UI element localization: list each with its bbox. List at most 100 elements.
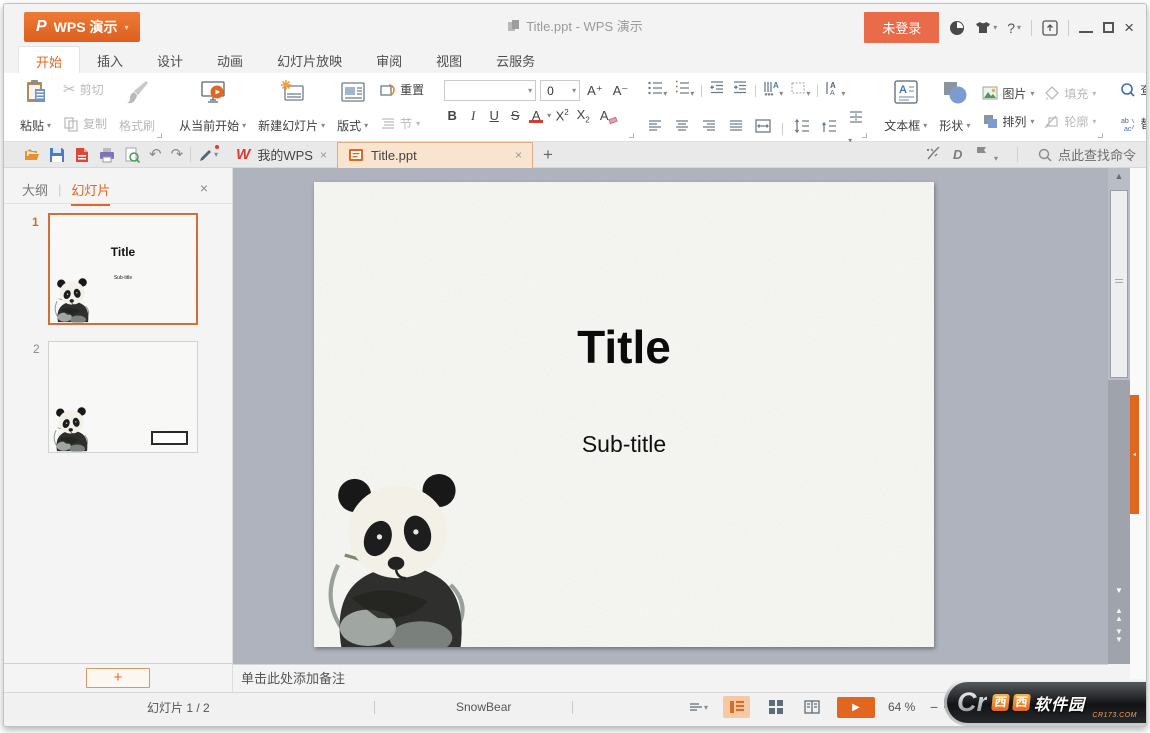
- print-preview-button[interactable]: [124, 147, 140, 163]
- close-button[interactable]: ×: [1124, 18, 1134, 38]
- slides-tab[interactable]: 幻灯片: [71, 180, 110, 206]
- increase-indent-button[interactable]: [732, 80, 748, 101]
- add-slide-button[interactable]: +: [86, 668, 150, 688]
- collapse-ribbon-icon[interactable]: [1042, 20, 1058, 36]
- docer-icon[interactable]: D: [953, 147, 962, 162]
- fill-button[interactable]: 填充▾: [1040, 79, 1100, 107]
- close-panel-button[interactable]: ×: [200, 180, 208, 196]
- align-left-button[interactable]: [647, 118, 663, 139]
- assistant-wand-icon[interactable]: [925, 145, 941, 164]
- paragraph-spacing-increase-button[interactable]: [821, 118, 837, 139]
- export-pdf-button[interactable]: [74, 147, 90, 163]
- font-size-select[interactable]: 0 ▾: [540, 80, 580, 101]
- bold-button[interactable]: B: [442, 107, 462, 124]
- maximize-button[interactable]: [1103, 22, 1114, 33]
- task-pane-pull-tab[interactable]: ◂: [1130, 395, 1139, 514]
- decrease-indent-button[interactable]: [709, 80, 725, 101]
- shapes-button[interactable]: 形状▾: [933, 76, 976, 138]
- decrease-font-button[interactable]: A⁻: [610, 82, 632, 100]
- chevron-down-icon[interactable]: ▾: [547, 111, 551, 120]
- textbox-button[interactable]: A 文本框▾: [878, 76, 933, 138]
- align-right-button[interactable]: [701, 118, 717, 139]
- close-tab-icon[interactable]: ×: [515, 148, 522, 162]
- slide-thumbnail-2[interactable]: 2: [48, 341, 198, 453]
- superscript-button[interactable]: X2: [552, 107, 572, 124]
- font-dialog-launcher[interactable]: [629, 133, 634, 138]
- arrange-button[interactable]: 排列▾: [978, 107, 1038, 135]
- font-family-select[interactable]: ▾: [444, 80, 536, 101]
- doc-tab-my-wps[interactable]: W 我的WPS ×: [226, 142, 337, 168]
- tab-view[interactable]: 视图: [419, 46, 479, 73]
- reading-view-button[interactable]: [798, 696, 825, 718]
- character-spacing-button[interactable]: AA▾: [825, 80, 845, 101]
- login-button[interactable]: 未登录: [864, 12, 939, 43]
- previous-slide-button[interactable]: ▲▲: [1108, 607, 1130, 623]
- section-button[interactable]: 节 ▾: [376, 113, 428, 134]
- minimize-button[interactable]: [1079, 23, 1093, 33]
- zoom-level[interactable]: 64 %: [888, 693, 915, 721]
- tab-review[interactable]: 审阅: [359, 46, 419, 73]
- picture-button[interactable]: 图片▾: [978, 79, 1038, 107]
- paste-button[interactable]: 粘贴▾: [14, 76, 57, 138]
- paragraph-dialog-launcher[interactable]: [862, 133, 867, 138]
- save-button[interactable]: [49, 147, 65, 163]
- reset-button[interactable]: 重置: [376, 79, 428, 100]
- distribute-button[interactable]: [755, 118, 771, 139]
- share-flag-icon[interactable]: ▾: [974, 145, 998, 164]
- line-spacing-button[interactable]: [794, 118, 810, 139]
- strikethrough-button[interactable]: S: [505, 107, 525, 124]
- ink-annotation-button[interactable]: ▾: [198, 147, 218, 163]
- clipboard-dialog-launcher[interactable]: [157, 133, 162, 138]
- tab-insert[interactable]: 插入: [80, 46, 140, 73]
- outline-tab[interactable]: 大纲: [22, 180, 48, 199]
- help-icon[interactable]: ? ▾: [1007, 20, 1021, 36]
- subscript-button[interactable]: X2: [573, 106, 593, 126]
- bullets-button[interactable]: ▾: [647, 80, 667, 101]
- slide-thumbnail-1[interactable]: 1 Title Sub-title: [48, 213, 198, 325]
- layout-button[interactable]: 版式▾: [331, 76, 374, 138]
- outline-button[interactable]: 轮廓▾: [1040, 107, 1100, 135]
- zoom-out-button[interactable]: −: [930, 693, 938, 721]
- scroll-down-arrow[interactable]: ▼: [1108, 587, 1130, 595]
- normal-view-button[interactable]: [723, 696, 750, 718]
- find-button[interactable]: 查找: [1116, 79, 1147, 100]
- close-tab-icon[interactable]: ×: [320, 148, 327, 162]
- open-file-button[interactable]: [24, 147, 40, 163]
- theme-name[interactable]: SnowBear: [456, 693, 511, 721]
- replace-button[interactable]: abac 替换: [1116, 113, 1147, 134]
- copy-button[interactable]: 复制: [59, 113, 111, 134]
- align-center-button[interactable]: [674, 118, 690, 139]
- notes-toggle-button[interactable]: ▾: [688, 693, 708, 721]
- font-color-button[interactable]: A: [526, 107, 546, 124]
- slide-canvas[interactable]: Title Sub-title: [233, 168, 1108, 664]
- next-slide-button[interactable]: ▼▼: [1108, 628, 1130, 644]
- tab-cloud[interactable]: 云服务: [479, 46, 552, 73]
- doc-tab-title-ppt[interactable]: Title.ppt ×: [337, 142, 533, 168]
- text-direction-button[interactable]: A▾: [763, 80, 783, 101]
- print-button[interactable]: [99, 147, 115, 163]
- undo-button[interactable]: ↶: [149, 147, 162, 162]
- insert-dialog-launcher[interactable]: [1098, 133, 1103, 138]
- cut-button[interactable]: ✂ 剪切: [59, 79, 111, 100]
- justify-button[interactable]: [728, 118, 744, 139]
- tab-home[interactable]: 开始: [18, 46, 80, 73]
- clear-format-button[interactable]: A: [594, 107, 614, 124]
- current-slide[interactable]: Title Sub-title: [314, 182, 934, 647]
- increase-font-button[interactable]: A⁺: [584, 82, 606, 100]
- new-tab-button[interactable]: +: [533, 145, 563, 165]
- numbering-button[interactable]: ▾: [674, 80, 694, 101]
- tab-design[interactable]: 设计: [140, 46, 200, 73]
- slide-title-text[interactable]: Title: [314, 320, 934, 374]
- vertical-scrollbar[interactable]: ▲ ▼ ▲▲ ▼▼: [1108, 168, 1130, 664]
- command-search-box[interactable]: 点此查找命令: [1037, 145, 1136, 164]
- tab-slideshow[interactable]: 幻灯片放映: [260, 46, 359, 73]
- scroll-thumb[interactable]: [1110, 190, 1128, 378]
- redo-button[interactable]: ↷: [171, 147, 184, 162]
- feedback-icon[interactable]: [949, 20, 965, 36]
- slideshow-play-button[interactable]: ▶: [837, 697, 875, 718]
- underline-button[interactable]: U: [484, 107, 504, 124]
- tab-animation[interactable]: 动画: [200, 46, 260, 73]
- italic-button[interactable]: I: [463, 107, 483, 125]
- textbox-style-button[interactable]: ▾: [790, 80, 810, 101]
- scroll-up-arrow[interactable]: ▲: [1108, 171, 1130, 181]
